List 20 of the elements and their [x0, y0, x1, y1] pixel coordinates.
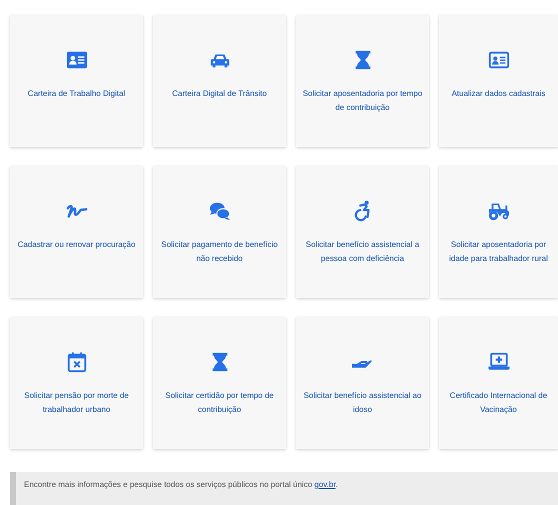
- service-card[interactable]: Atualizar dados cadastrais: [439, 15, 558, 147]
- laptop-icon: [488, 351, 510, 373]
- portal-link[interactable]: gov.br: [314, 480, 336, 489]
- chat-icon: [208, 200, 230, 222]
- service-card[interactable]: Carteira Digital de Trânsito: [153, 15, 286, 147]
- service-card[interactable]: Carteira de Trabalho Digital: [10, 15, 143, 147]
- service-card[interactable]: Solicitar benefício assistencial a pessoa com deficiência: [296, 166, 429, 298]
- id-card-icon: [488, 49, 510, 71]
- service-card[interactable]: Solicitar pensão por morte de trabalhador urbano: [10, 317, 143, 449]
- calendar-icon: [66, 351, 88, 373]
- service-card[interactable]: Certificado Internacional de Vacinação: [439, 317, 558, 449]
- service-card[interactable]: Solicitar aposentadoria por tempo de contribuição: [296, 15, 429, 147]
- service-card[interactable]: Solicitar aposentadoria por idade para trabalhador rural: [439, 166, 558, 298]
- hand-icon: [352, 360, 374, 368]
- id-card-icon: [66, 49, 88, 71]
- info-text: Encontre mais informações e pesquise todos os serviços públicos no portal único gov.br.: [23, 479, 339, 489]
- service-card[interactable]: Solicitar certidão por tempo de contribuição: [153, 317, 286, 449]
- service-card[interactable]: Solicitar pagamento de benefício não recebido: [153, 166, 286, 298]
- service-card[interactable]: Solicitar benefício assistencial ao idoso: [296, 317, 429, 449]
- service-card[interactable]: Cadastrar ou renovar procuração: [10, 166, 143, 298]
